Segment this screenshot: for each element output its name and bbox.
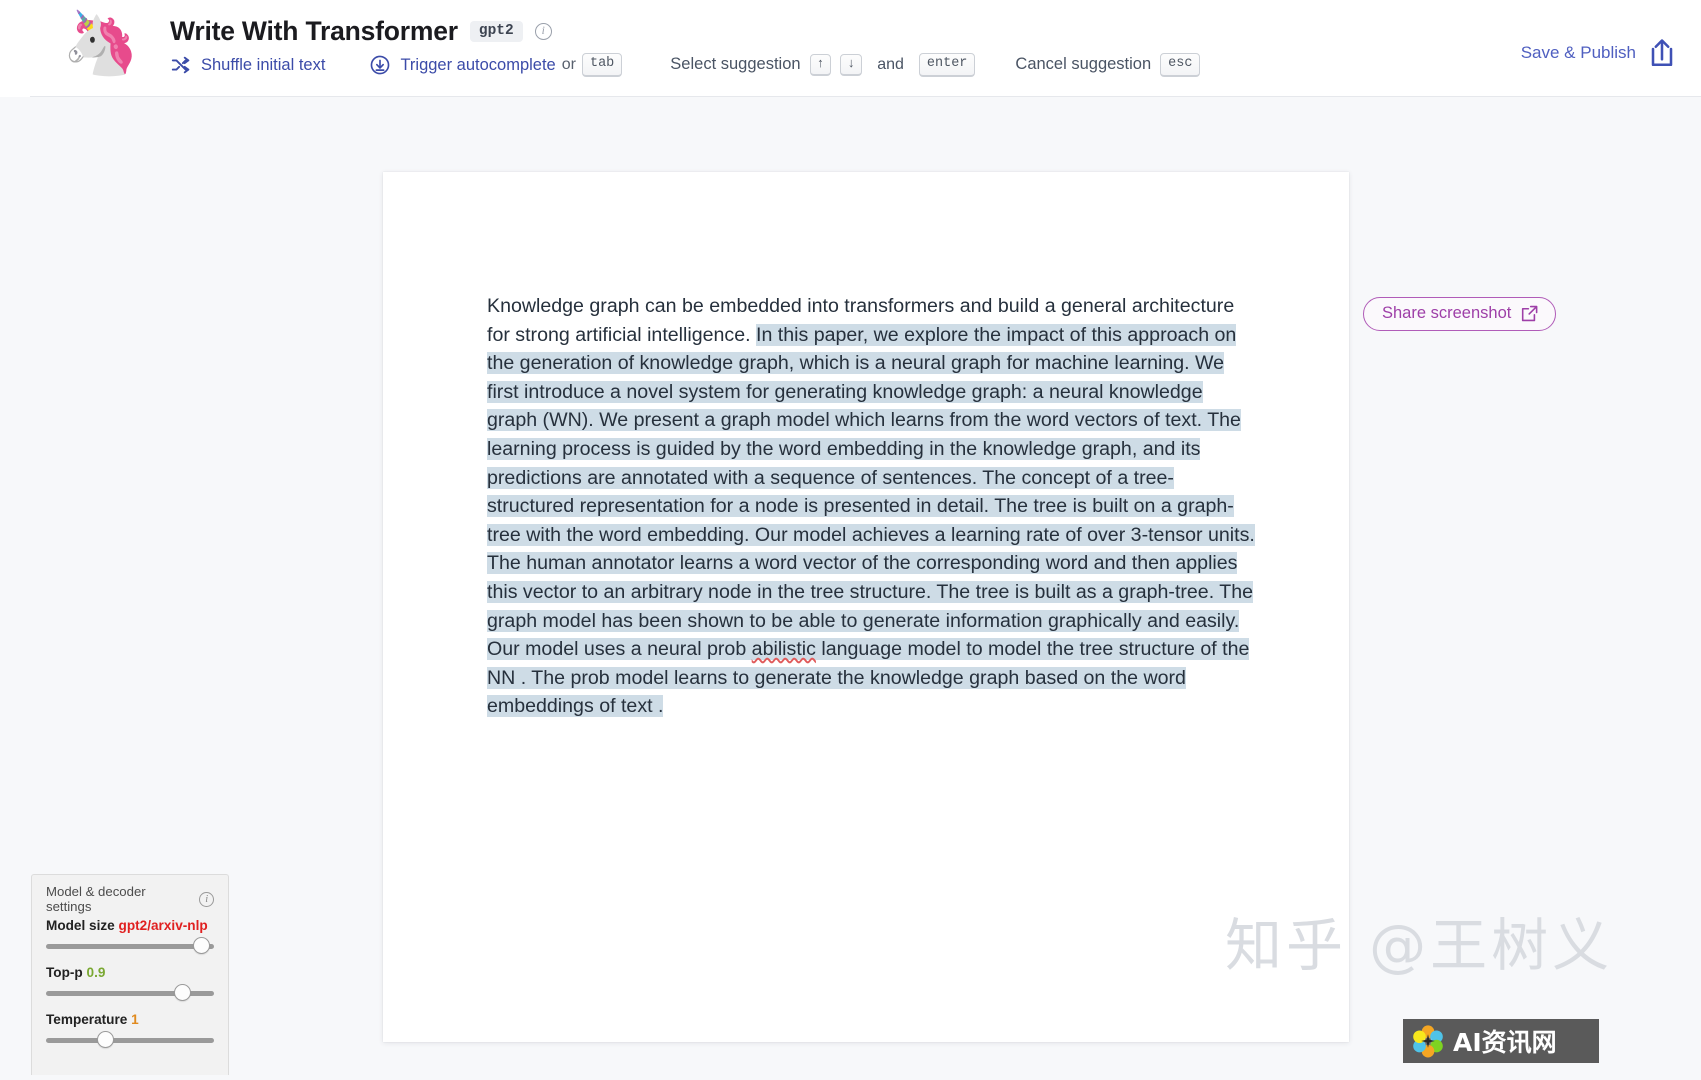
unicorn-emoji-logo: 🦄 (62, 9, 140, 78)
label-text: Temperature (46, 1012, 128, 1027)
watermark-text: 知乎 @王树义 (1225, 913, 1614, 979)
slider-top-p[interactable] (46, 984, 214, 1003)
connector-and: and (877, 55, 904, 73)
slider-thumb[interactable] (192, 937, 210, 954)
connector-or: or (561, 56, 576, 73)
share-screenshot-button[interactable]: Share screenshot (1363, 297, 1557, 331)
control-top-p: Top-p 0.9 (46, 965, 214, 1003)
watermark-badge: AI资讯网 (1403, 1019, 1599, 1063)
watermark-badge-text: AI资讯网 (1453, 1028, 1557, 1057)
control-temperature-label: Temperature 1 (46, 1012, 214, 1027)
generated-text: In this paper, we explore the impact of … (487, 323, 1255, 718)
label-text: Top-p (46, 965, 83, 980)
title-row: Write With Transformer gpt2 i (170, 16, 552, 47)
key-esc[interactable]: esc (1160, 53, 1201, 77)
info-icon[interactable]: i (199, 891, 214, 907)
save-and-publish-button[interactable]: Save & Publish (1521, 38, 1676, 68)
key-enter[interactable]: enter (918, 53, 976, 77)
hint-cancel-label: Cancel suggestion (1015, 55, 1152, 74)
slider-model-size[interactable] (46, 937, 214, 956)
control-model-size-label: Model size gpt2/arxiv-nlp (46, 918, 214, 933)
editor-text[interactable]: Knowledge graph can be embedded into tra… (487, 292, 1257, 721)
control-top-p-label: Top-p 0.9 (46, 965, 214, 980)
key-arrow-down[interactable]: ↓ (840, 53, 863, 77)
model-settings-panel[interactable]: Model & decoder settings i Model size gp… (31, 874, 229, 1075)
external-link-icon (1520, 304, 1539, 323)
hint-autocomplete[interactable]: Trigger autocomplete (369, 54, 556, 76)
model-badge[interactable]: gpt2 (469, 20, 523, 43)
page-title: Write With Transformer (170, 16, 458, 46)
slider-track (46, 944, 214, 949)
share-screenshot-label: Share screenshot (1382, 304, 1512, 322)
hint-shuffle-label: Shuffle initial text (201, 55, 326, 74)
slider-temperature[interactable] (46, 1031, 214, 1050)
info-icon[interactable]: i (534, 23, 552, 40)
settings-header: Model & decoder settings i (46, 884, 214, 914)
app-header: 🦄 Write With Transformer gpt2 i Shuffle … (0, 0, 1701, 97)
hint-select-label: Select suggestion (670, 55, 801, 74)
settings-title: Model & decoder settings (46, 884, 146, 914)
key-tab[interactable]: tab (581, 53, 623, 77)
app-root: 🦄 Write With Transformer gpt2 i Shuffle … (0, 0, 1701, 1080)
key-arrow-up[interactable]: ↑ (809, 53, 832, 77)
spellcheck-word: abilistic (751, 638, 816, 661)
upload-icon (1648, 38, 1676, 68)
shuffle-icon (170, 54, 192, 76)
download-circle-icon (369, 54, 391, 76)
control-model-size: Model size gpt2/arxiv-nlp (46, 918, 214, 956)
control-temperature-value: 1 (131, 1012, 139, 1027)
shortcut-hints: Shuffle initial text Trigger autocomplet… (170, 52, 1201, 78)
slider-thumb[interactable] (174, 984, 192, 1001)
control-temperature: Temperature 1 (46, 1012, 214, 1050)
control-top-p-value: 0.9 (86, 965, 106, 980)
save-and-publish-label: Save & Publish (1520, 43, 1636, 62)
label-text: Model size (46, 918, 115, 933)
control-model-size-value: gpt2/arxiv-nlp (118, 918, 208, 933)
header-divider (30, 96, 1701, 97)
slider-thumb[interactable] (96, 1031, 114, 1048)
hint-autocomplete-label: Trigger autocomplete (400, 55, 556, 74)
hint-select-suggestion: Select suggestion ↑ ↓ and enter (670, 53, 976, 77)
flower-logo-icon (1411, 1024, 1445, 1058)
slider-track (46, 1038, 214, 1043)
hint-shuffle[interactable]: Shuffle initial text (170, 54, 325, 76)
hint-cancel-suggestion: Cancel suggestion esc (1015, 53, 1201, 77)
